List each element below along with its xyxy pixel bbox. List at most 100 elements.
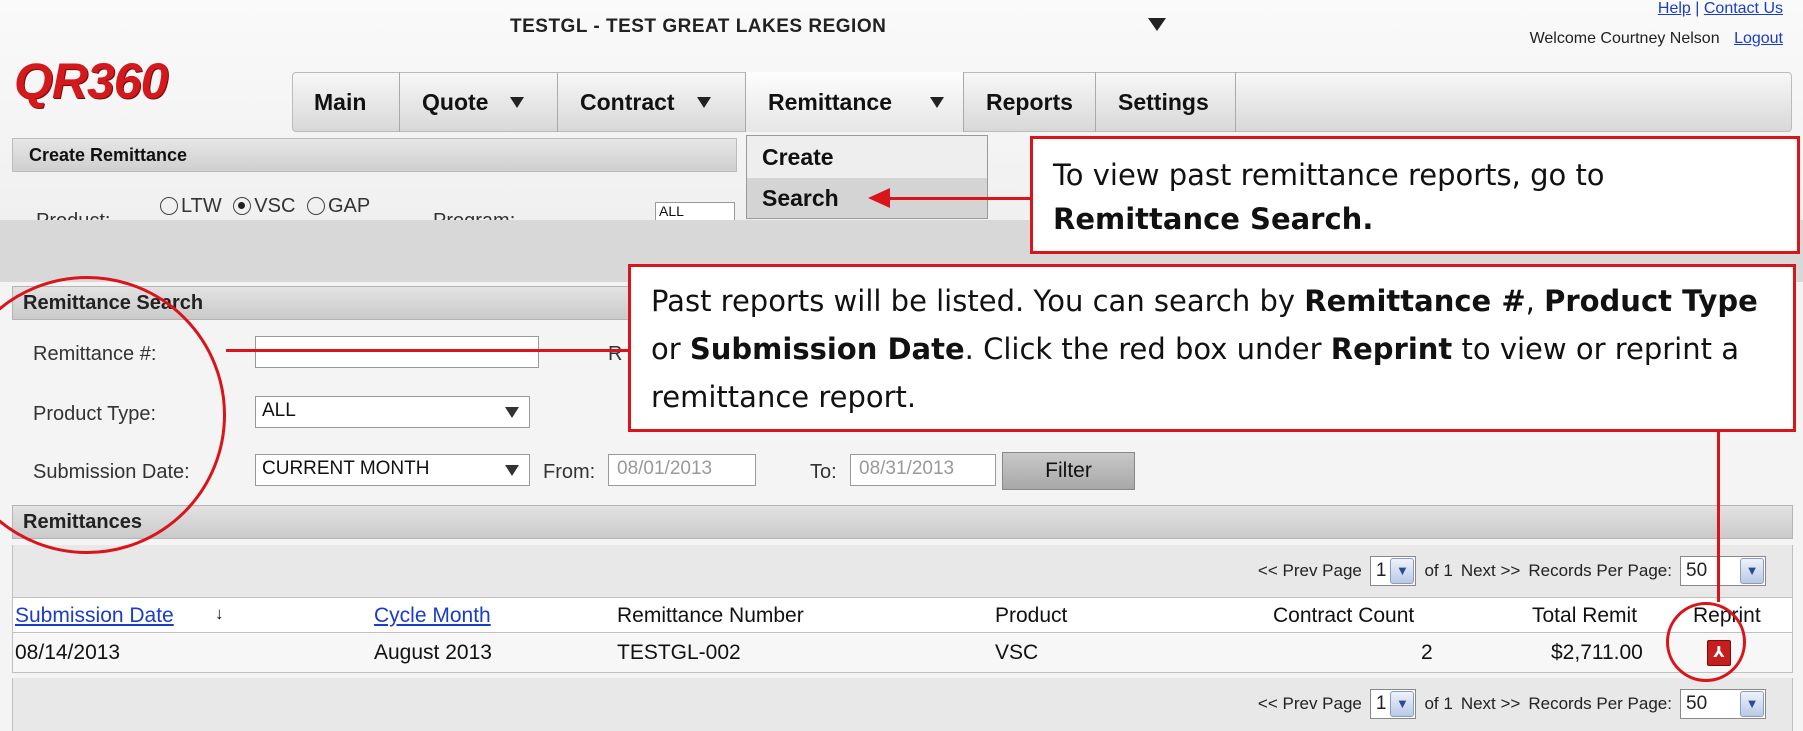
program-label: Program: xyxy=(433,210,515,220)
tab-reports[interactable]: Reports xyxy=(964,72,1096,132)
cell-total-remit: $2,711.00 xyxy=(1551,641,1643,664)
cell-contract-count: 2 xyxy=(1421,641,1433,664)
callout-2-text-1: Past reports will be listed. You can sea… xyxy=(651,284,1305,318)
from-label: From: xyxy=(543,461,596,483)
arrow-line xyxy=(880,197,1030,200)
prev-page-link[interactable]: << Prev Page xyxy=(1258,694,1362,714)
tab-remittance[interactable]: Remittance xyxy=(746,72,964,132)
link-separator: | xyxy=(1695,0,1704,17)
callout-1-text: To view past remittance reports, go to xyxy=(1053,158,1605,192)
cell-remittance-number: TESTGL-002 xyxy=(617,641,741,664)
contact-link[interactable]: Contact Us xyxy=(1704,0,1783,17)
help-links: Help | Contact Us xyxy=(1658,0,1783,18)
highlight-circle-reprint xyxy=(1666,602,1746,682)
tab-settings[interactable]: Settings xyxy=(1096,72,1236,132)
chevron-down-icon xyxy=(510,96,525,108)
col-total-remit: Total Remit xyxy=(1532,604,1638,627)
chevron-down-icon: ▼ xyxy=(1390,691,1415,717)
product-label: Product: xyxy=(36,210,110,220)
records-per-page-select[interactable]: 50 ▼ xyxy=(1680,556,1766,586)
callout-2-text-4: . Click the red box under xyxy=(964,332,1331,366)
pager-bottom: << Prev Page 1 ▼ of 1 Next >> Records Per… xyxy=(1258,689,1766,719)
cell-submission-date: 08/14/2013 xyxy=(15,641,121,664)
tab-settings-label: Settings xyxy=(1118,88,1209,115)
col-cycle-month[interactable]: Cycle Month xyxy=(374,604,491,628)
records-per-page-label: Records Per Page: xyxy=(1528,694,1672,713)
pager-area-bottom: << Prev Page 1 ▼ of 1 Next >> Records Per… xyxy=(12,678,1793,731)
page-select-value: 1 xyxy=(1375,693,1387,714)
pager-top: << Prev Page 1 ▼ of 1 Next >> Records Per… xyxy=(1258,556,1766,586)
connector-line xyxy=(1717,430,1720,602)
logout-link[interactable]: Logout xyxy=(1734,30,1783,47)
remittance-dropdown-menu: Create Search xyxy=(746,135,988,219)
pager-area-top: << Prev Page 1 ▼ of 1 Next >> Records Per… xyxy=(12,545,1793,597)
tab-quote[interactable]: Quote xyxy=(400,72,558,132)
to-label: To: xyxy=(810,461,837,483)
chevron-down-icon xyxy=(929,96,944,108)
records-per-page-select[interactable]: 50 ▼ xyxy=(1680,689,1766,719)
product-radio-group: LTW VSC GAP xyxy=(160,195,370,218)
callout-2-bold-2: Product Type xyxy=(1544,284,1758,318)
product-type-value: ALL xyxy=(262,400,296,421)
col-contract-count: Contract Count xyxy=(1273,604,1415,627)
region-select[interactable]: TESTGL - TEST GREAT LAKES REGION xyxy=(510,16,886,38)
chevron-down-icon: ▼ xyxy=(1390,558,1415,584)
submission-date-select[interactable]: CURRENT MONTH xyxy=(255,454,530,486)
program-select[interactable]: ALL xyxy=(655,202,735,220)
help-link[interactable]: Help xyxy=(1658,0,1691,17)
radio-ltw-label: LTW xyxy=(181,195,222,217)
chevron-down-icon: ▼ xyxy=(1740,558,1764,584)
cell-product: VSC xyxy=(995,641,1039,664)
arrow-left-icon xyxy=(868,188,890,208)
callout-2-bold-1: Remittance # xyxy=(1304,284,1526,318)
tab-contract-label: Contract xyxy=(580,88,675,115)
remittances-header: Remittances xyxy=(12,505,1793,539)
next-page-link[interactable]: Next >> xyxy=(1461,694,1521,714)
table-row: 08/14/2013 August 2013 TESTGL-002 VSC 2 … xyxy=(12,633,1793,673)
tab-quote-label: Quote xyxy=(422,88,489,115)
tab-main[interactable]: Main xyxy=(292,72,400,132)
radio-gap-label: GAP xyxy=(327,195,371,217)
callout-2-bold-4: Reprint xyxy=(1330,332,1453,366)
grid-header-row: Submission Date ↓ Cycle Month Remittance… xyxy=(12,597,1793,633)
radio-vsc-label: VSC xyxy=(254,195,296,217)
tab-remittance-label: Remittance xyxy=(768,88,892,115)
callout-1-bold: Remittance Search. xyxy=(1053,202,1374,236)
col-submission-date[interactable]: Submission Date xyxy=(15,604,174,628)
prev-page-link[interactable]: << Prev Page xyxy=(1258,561,1362,581)
callout-2-text-2: , xyxy=(1525,284,1545,318)
page-select[interactable]: 1 ▼ xyxy=(1369,556,1417,586)
remittance-number-input[interactable] xyxy=(255,336,539,368)
from-date-input[interactable]: 08/01/2013 xyxy=(608,454,756,486)
to-date-input[interactable]: 08/31/2013 xyxy=(850,454,996,486)
sort-arrow-icon: ↓ xyxy=(215,604,224,623)
radio-ltw[interactable] xyxy=(160,197,178,215)
menu-item-create[interactable]: Create xyxy=(747,137,987,177)
radio-gap[interactable] xyxy=(306,197,325,215)
qr360-logo: QR360 xyxy=(14,53,168,109)
records-per-page-value: 50 xyxy=(1686,693,1708,714)
callout-2-bold-3: Submission Date xyxy=(689,332,965,366)
connector-line xyxy=(226,349,630,352)
next-page-link[interactable]: Next >> xyxy=(1461,561,1521,581)
page-count: of 1 xyxy=(1424,694,1453,713)
submission-date-value: CURRENT MONTH xyxy=(262,458,430,479)
hidden-field-label: R xyxy=(608,343,623,365)
welcome-bar: Welcome Courtney Nelson Logout xyxy=(1530,30,1783,48)
create-remittance-header: Create Remittance xyxy=(12,138,737,172)
tab-contract[interactable]: Contract xyxy=(558,72,746,132)
region-dropdown-arrow-icon[interactable] xyxy=(1148,18,1166,31)
records-per-page-value: 50 xyxy=(1686,560,1708,581)
chevron-down-icon xyxy=(505,407,519,418)
filter-button[interactable]: Filter xyxy=(1002,452,1135,490)
product-type-select[interactable]: ALL xyxy=(255,396,530,428)
page-select[interactable]: 1 ▼ xyxy=(1369,689,1417,719)
radio-vsc[interactable] xyxy=(233,197,252,215)
tab-main-label: Main xyxy=(314,88,367,115)
tab-reports-label: Reports xyxy=(986,88,1073,115)
col-remittance-number: Remittance Number xyxy=(617,604,804,627)
chevron-down-icon xyxy=(505,465,519,476)
callout-past-reports: Past reports will be listed. You can sea… xyxy=(628,264,1796,432)
callout-remittance-search: To view past remittance reports, go to R… xyxy=(1030,136,1800,254)
cell-cycle-month: August 2013 xyxy=(374,641,492,664)
